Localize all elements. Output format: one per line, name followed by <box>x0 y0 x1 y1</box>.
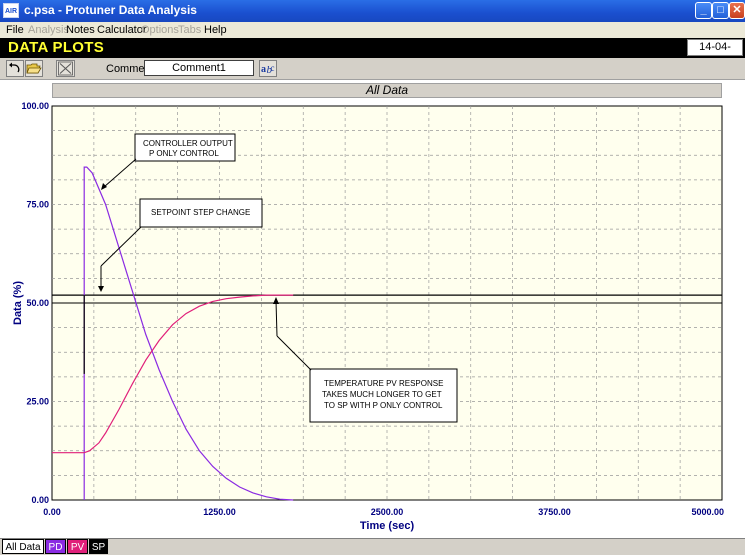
y-tick-label: 25.00 <box>26 397 49 407</box>
annotation-line: P ONLY CONTROL <box>149 149 219 158</box>
y-tick-labels: 0.00 25.00 50.00 75.00 100.00 <box>21 101 49 505</box>
tab-all-data[interactable]: All Data <box>2 539 44 554</box>
x-tick-label: 1250.00 <box>203 507 236 517</box>
y-tick-label: 75.00 <box>26 200 49 210</box>
annotation-line: SETPOINT STEP CHANGE <box>151 208 250 217</box>
x-tick-label: 5000.00 <box>691 507 724 517</box>
annotation-line: TO SP WITH P ONLY CONTROL <box>324 401 443 410</box>
annotation-line: TAKES MUCH LONGER TO GET <box>322 390 442 399</box>
series-tabs: All Data PD PV SP <box>0 538 745 554</box>
line-chart: 0.00 25.00 50.00 75.00 100.00 0.00 1250.00 250… <box>12 101 724 532</box>
tab-pd[interactable]: PD <box>45 539 66 554</box>
x-axis-label: Time (sec) <box>360 520 415 532</box>
x-tick-labels: 0.00 1250.00 2500.00 3750.00 5000.00 <box>43 507 724 517</box>
tab-sp[interactable]: SP <box>89 539 108 554</box>
y-tick-label: 50.00 <box>26 298 49 308</box>
annotation-line: TEMPERATURE PV RESPONSE <box>324 379 443 388</box>
annotation-line: CONTROLLER OUTPUT <box>143 139 233 148</box>
x-tick-label: 3750.00 <box>538 507 571 517</box>
tab-pv[interactable]: PV <box>67 539 88 554</box>
x-tick-label: 0.00 <box>43 507 61 517</box>
y-axis-label: Data (%) <box>12 281 24 325</box>
x-tick-label: 2500.00 <box>371 507 404 517</box>
y-tick-label: 0.00 <box>31 495 49 505</box>
y-tick-label: 100.00 <box>21 101 49 111</box>
